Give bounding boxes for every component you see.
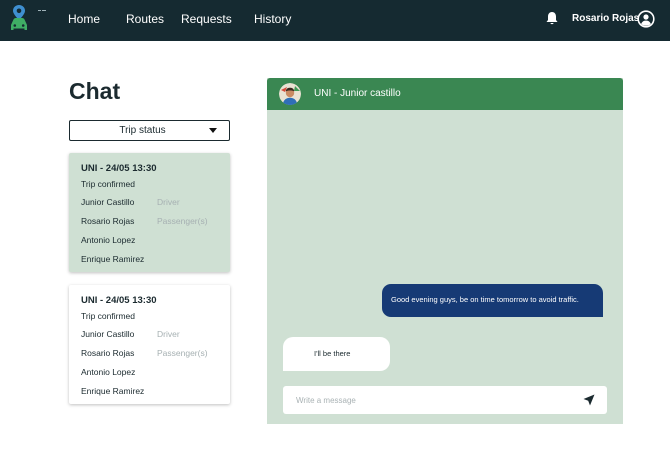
send-icon[interactable]	[583, 394, 595, 406]
trip-card[interactable]: UNI - 24/05 13:30 Trip confirmed Junior …	[69, 285, 230, 404]
message-input[interactable]	[283, 386, 573, 414]
trip-member-name: Rosario Rojas	[81, 216, 135, 226]
trip-member-name: Antonio Lopez	[81, 367, 136, 377]
bell-icon[interactable]	[545, 11, 559, 26]
user-circle-icon[interactable]	[637, 10, 655, 28]
car-pin-logo-icon[interactable]	[8, 4, 48, 34]
trip-member-name: Junior Castillo	[81, 197, 135, 207]
trip-card-status: Trip confirmed	[81, 179, 136, 189]
trip-member-role: Driver	[157, 329, 180, 339]
chevron-down-icon	[209, 128, 217, 133]
chat-header: UNI - Junior castillo	[267, 78, 623, 110]
page-title: Chat	[69, 78, 121, 104]
message-bubble-outgoing: Good evening guys, be on time tomorrow t…	[382, 284, 603, 317]
avatar[interactable]	[279, 83, 301, 105]
nav-link-requests[interactable]: Requests	[181, 12, 232, 26]
trip-card-status: Trip confirmed	[81, 311, 136, 321]
trip-status-select-label: Trip status	[119, 125, 166, 136]
trip-member-name: Antonio Lopez	[81, 235, 136, 245]
trip-card-title: UNI - 24/05 13:30	[81, 163, 157, 174]
trip-member-role: Driver	[157, 197, 180, 207]
chat-title: UNI - Junior castillo	[314, 88, 401, 99]
trip-member-name: Enrique Ramirez	[81, 386, 145, 396]
message-composer	[283, 386, 607, 414]
trip-member-role: Passenger(s)	[157, 216, 208, 226]
message-bubble-incoming: I'll be there	[283, 337, 390, 371]
nav-link-history[interactable]: History	[254, 12, 291, 26]
trip-member-name: Enrique Ramirez	[81, 254, 145, 264]
trip-card-selected[interactable]: UNI - 24/05 13:30 Trip confirmed Junior …	[69, 153, 230, 272]
top-navbar: Home Routes Requests History Rosario Roj…	[0, 0, 670, 41]
trip-member-role: Passenger(s)	[157, 348, 208, 358]
chat-panel: UNI - Junior castillo Good evening guys,…	[267, 78, 623, 424]
trip-member-name: Rosario Rojas	[81, 348, 135, 358]
user-name[interactable]: Rosario Rojas	[572, 13, 639, 24]
trip-status-select[interactable]: Trip status	[69, 120, 230, 141]
trip-member-name: Junior Castillo	[81, 329, 135, 339]
nav-link-routes[interactable]: Routes	[126, 12, 164, 26]
nav-link-home[interactable]: Home	[68, 12, 100, 26]
trip-card-title: UNI - 24/05 13:30	[81, 295, 157, 306]
